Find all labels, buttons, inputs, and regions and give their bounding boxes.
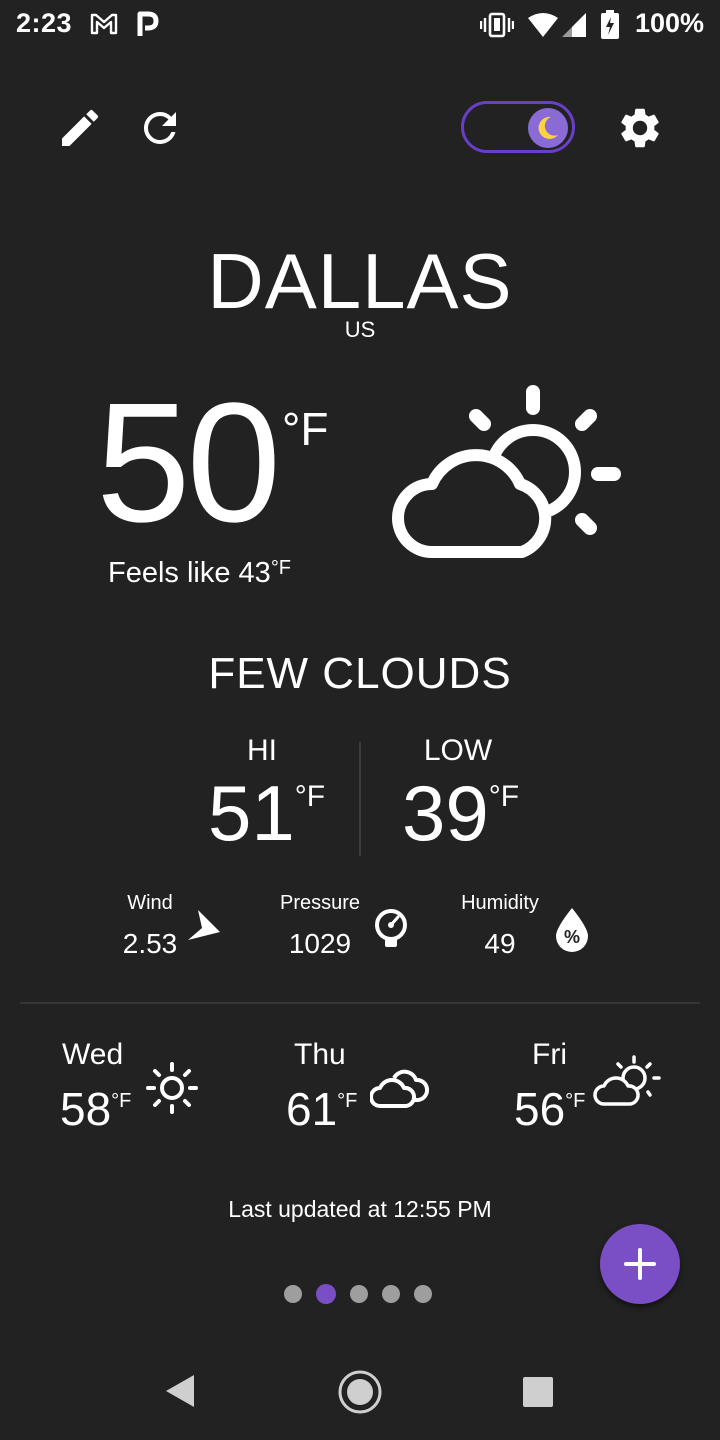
partly-cloudy-small-icon [593, 1055, 661, 1106]
low-unit: °F [488, 780, 520, 813]
wifi-icon [528, 13, 558, 37]
moon-icon [538, 116, 558, 139]
vibrate-icon [480, 12, 514, 38]
status-time: 2:23 [16, 8, 73, 38]
last-updated: Last updated at 12:55 PM [228, 1196, 492, 1222]
plus-icon [624, 1248, 656, 1280]
low-label: LOW [423, 734, 493, 767]
forecast-temp-thu: 61°F [286, 1082, 357, 1136]
page-dot-4[interactable] [382, 1285, 400, 1303]
forecast-day-fri: Fri [532, 1038, 567, 1071]
status-bar: 2:23 100% [0, 0, 720, 52]
forecast-unit-fri: °F [565, 1090, 586, 1112]
pencil-icon[interactable] [56, 104, 104, 152]
home-icon[interactable] [336, 1368, 384, 1416]
refresh-icon[interactable] [136, 104, 184, 152]
country-code: US [344, 317, 376, 342]
forecast-unit-wed: °F [111, 1090, 132, 1112]
page-dot-5[interactable] [414, 1285, 432, 1303]
forecast-day-wed: Wed [62, 1038, 124, 1071]
page-dot-2[interactable] [316, 1284, 336, 1304]
battery-charging-icon [601, 10, 619, 39]
current-temp: 50 [96, 368, 281, 558]
gear-icon[interactable] [616, 104, 664, 152]
recents-icon[interactable] [522, 1376, 554, 1408]
low-value: 39 [402, 769, 489, 857]
forecast-unit-thu: °F [337, 1090, 358, 1112]
hi-value: 51 [208, 769, 295, 857]
feels-like-text: Feels like 43 [108, 557, 271, 589]
add-location-button[interactable] [600, 1224, 680, 1304]
page-dot-3[interactable] [350, 1285, 368, 1303]
navigation-bar [0, 1340, 720, 1440]
feels-like-unit: °F [270, 557, 292, 579]
low-temp: 39°F [402, 768, 519, 859]
page-dot-1[interactable] [284, 1285, 302, 1303]
forecast-temp-wed: 58°F [60, 1082, 131, 1136]
forecast-temp-fri: 56°F [514, 1082, 585, 1136]
hi-unit: °F [294, 780, 326, 813]
partly-cloudy-icon [392, 385, 621, 558]
clouds-icon [370, 1069, 429, 1108]
hi-temp: 51°F [208, 768, 325, 859]
forecast-value-thu: 61 [286, 1083, 338, 1135]
feels-like: Feels like 43°F [108, 557, 291, 590]
forecast-value-wed: 58 [60, 1083, 112, 1135]
hi-label: HI [247, 734, 277, 767]
forecast-day-thu: Thu [294, 1038, 346, 1071]
condition-text: FEW CLOUDS [208, 649, 512, 698]
hilo-divider [359, 742, 361, 856]
dark-mode-toggle[interactable] [461, 101, 575, 153]
gmail-icon [90, 13, 118, 35]
page-indicator [284, 1284, 432, 1304]
signal-icon [562, 13, 586, 37]
forecast-value-fri: 56 [514, 1083, 566, 1135]
parking-icon [137, 11, 159, 36]
section-divider [20, 1002, 700, 1004]
battery-percent: 100% [634, 8, 704, 38]
current-temp-unit: °F [282, 403, 329, 455]
toggle-knob [528, 108, 568, 148]
city-name: DALLAS [207, 237, 513, 325]
gauge-icon [375, 909, 407, 947]
wind-direction-icon [188, 910, 220, 940]
humidity-drop-icon: % [556, 908, 588, 952]
sun-icon [146, 1062, 198, 1114]
svg-text:%: % [564, 927, 580, 947]
back-icon[interactable] [164, 1374, 196, 1408]
